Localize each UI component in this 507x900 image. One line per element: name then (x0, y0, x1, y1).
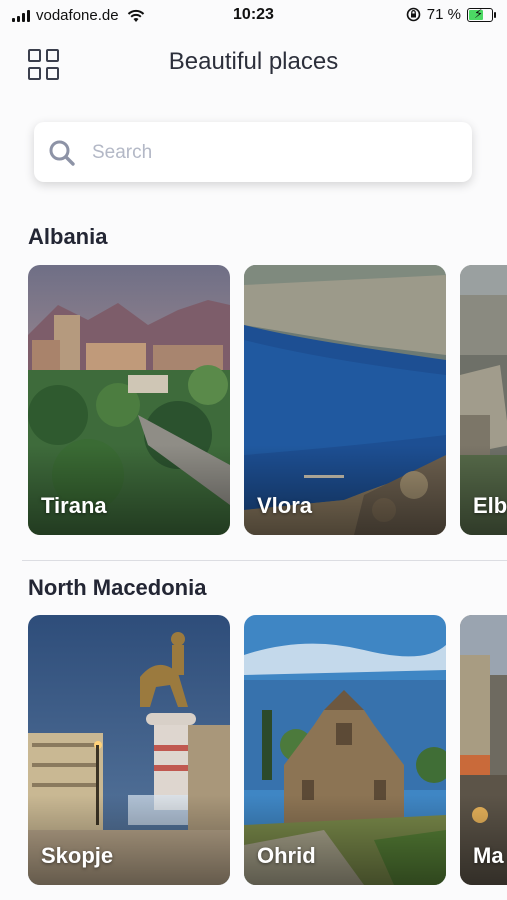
city-name: Ohrid (257, 843, 316, 868)
status-right: 71 % ⚡ (406, 6, 496, 23)
section-divider (22, 560, 507, 561)
battery-icon: ⚡ (467, 6, 496, 22)
city-name: Ma (473, 843, 504, 868)
section-title-north-macedonia: North Macedonia (28, 575, 207, 600)
city-card-tirana[interactable]: Tirana (28, 265, 230, 535)
battery-percent: 71 % (426, 6, 461, 23)
section-title-albania: Albania (28, 224, 108, 249)
city-name: Tirana (41, 493, 107, 518)
city-name: Vlora (257, 493, 313, 518)
search-bar[interactable] (34, 122, 472, 182)
city-card-partial-ma[interactable]: Ma (460, 615, 507, 885)
city-name: Elb (473, 493, 507, 518)
page-title: Beautiful places (168, 48, 339, 75)
city-card-vlora[interactable]: Vlora (244, 265, 446, 535)
city-card-skopje[interactable]: Skopje (28, 615, 230, 885)
search-input[interactable] (90, 136, 454, 170)
search-icon (49, 140, 75, 166)
status-bar: vodafone.de 10:23 71 % ⚡ (0, 0, 507, 32)
city-name: Skopje (41, 843, 114, 868)
orientation-lock-icon (406, 7, 421, 22)
city-row-albania[interactable]: Tirana Vlora Elb (28, 265, 507, 535)
city-card-ohrid[interactable]: Ohrid (244, 615, 446, 885)
city-row-north-macedonia[interactable]: Skopje Ohrid Ma (28, 615, 507, 885)
city-card-elbasan[interactable]: Elb (460, 265, 507, 535)
